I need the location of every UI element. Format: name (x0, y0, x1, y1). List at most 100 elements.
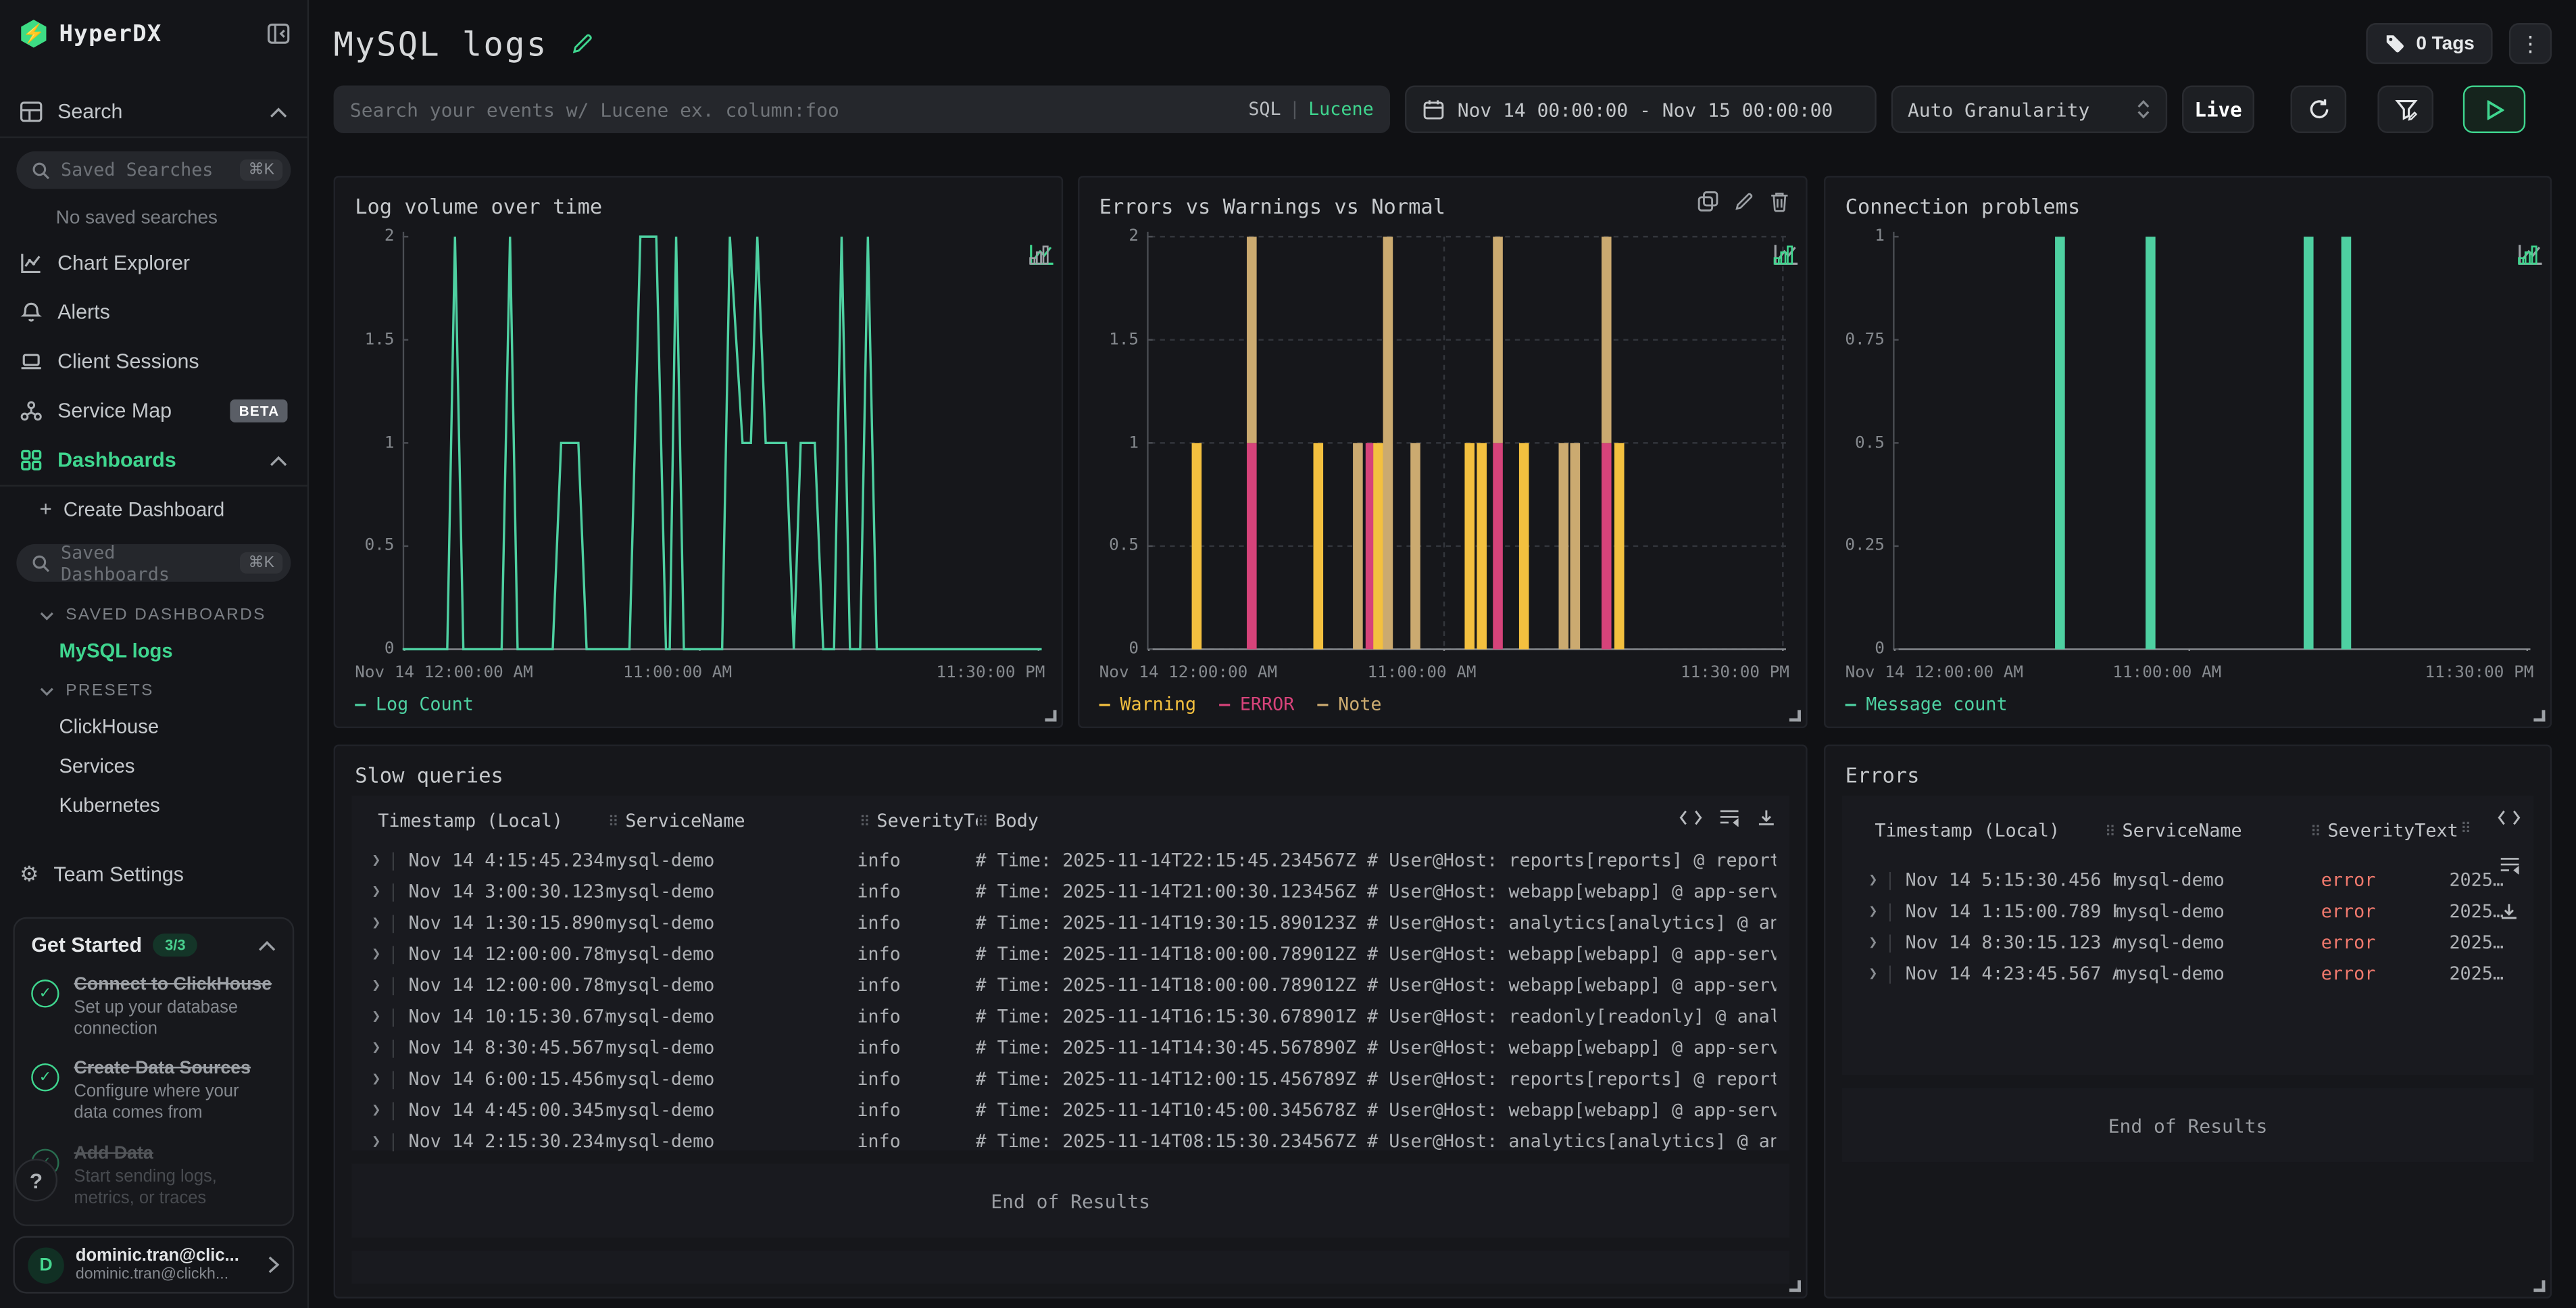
download-icon[interactable] (2499, 900, 2519, 930)
column-header-severitytext[interactable]: SeverityText (876, 810, 977, 831)
column-drag-handle[interactable]: ⠿ (2460, 822, 2471, 838)
expand-row-icon[interactable]: ❯ (365, 946, 388, 962)
resize-handle[interactable] (2533, 1280, 2545, 1292)
chevron-up-icon[interactable] (258, 940, 276, 951)
table-row[interactable]: ❯|Nov 14 12:00:00.789 PMmysql-demoinfo# … (365, 938, 1777, 969)
event-search-input[interactable]: Search your events w/ Lucene ex. column:… (334, 85, 1390, 133)
expand-row-icon[interactable]: ❯ (365, 1040, 388, 1056)
column-header-timestamp[interactable]: Timestamp (Local) (378, 810, 608, 831)
chart-connection-problems[interactable]: 10.750.50.250 (1842, 230, 2534, 650)
column-drag-handle[interactable]: ⠿ (860, 815, 870, 831)
table-row[interactable]: ❯|Nov 14 4:23:45.567 AMmysql-demoerror20… (1862, 959, 2521, 990)
bar-chart-toggle-icon[interactable] (2517, 243, 2539, 265)
legend-item[interactable]: —Log Count (355, 694, 474, 715)
saved-dashboards-input[interactable]: Saved Dashboards ⌘K (16, 544, 291, 582)
legend-item[interactable]: —Message count (1846, 694, 2008, 715)
table-row[interactable]: ❯|Nov 14 2:15:30.234 AMmysql-demoinfo# T… (365, 1126, 1777, 1157)
column-header-servicename[interactable]: ServiceName (625, 810, 745, 831)
expand-row-icon[interactable]: ❯ (1862, 903, 1885, 919)
column-header-timestamp[interactable]: Timestamp (Local) (1875, 819, 2104, 841)
table-row[interactable]: ❯|Nov 14 5:15:30.456 PMmysql-demoerror20… (1862, 865, 2521, 896)
expand-row-icon[interactable]: ❯ (1862, 872, 1885, 888)
sidebar-item-client-sessions[interactable]: Client Sessions (0, 337, 307, 386)
resize-handle[interactable] (1789, 1280, 1801, 1292)
table-row[interactable]: ❯|Nov 14 3:00:30.123 PMmysql-demoinfo# T… (365, 876, 1777, 907)
code-view-icon[interactable] (2498, 805, 2521, 835)
more-options-button[interactable]: ⋮ (2509, 23, 2552, 64)
sql-toggle[interactable]: SQL (1248, 99, 1281, 120)
resize-handle[interactable] (1789, 710, 1801, 721)
collapse-sidebar-icon[interactable] (266, 22, 291, 46)
date-range-picker[interactable]: Nov 14 00:00:00 - Nov 15 00:00:00 (1405, 85, 1877, 133)
saved-searches-input[interactable]: Saved Searches ⌘K (16, 151, 291, 189)
table-row[interactable]: ❯|Nov 14 8:30:15.123 AMmysql-demoerror20… (1862, 927, 2521, 958)
column-drag-handle[interactable]: ⠿ (2310, 824, 2321, 840)
table-row[interactable]: ❯|Nov 14 4:45:00.345 AMmysql-demoinfo# T… (365, 1094, 1777, 1125)
delete-chart-icon[interactable] (1770, 191, 1789, 212)
get-started-step[interactable]: ✓ Add Data Start sending logs, metrics, … (31, 1143, 276, 1209)
sidebar-item-alerts[interactable]: Alerts (0, 288, 307, 337)
expand-row-icon[interactable]: ❯ (365, 883, 388, 900)
filter-button[interactable] (2377, 85, 2433, 133)
legend-item[interactable]: —Note (1317, 694, 1381, 715)
code-view-icon[interactable] (1679, 808, 1702, 831)
chart-errors-warnings[interactable]: 21.510.50 (1096, 230, 1789, 650)
table-row[interactable]: ❯|Nov 14 8:30:45.567 AMmysql-demoinfo# T… (365, 1032, 1777, 1063)
sidebar-item-search[interactable]: Search (0, 87, 307, 137)
column-drag-handle[interactable]: ⠿ (608, 815, 619, 831)
column-drag-handle[interactable]: ⠿ (978, 815, 989, 831)
expand-row-icon[interactable]: ❯ (365, 915, 388, 931)
help-button[interactable]: ? (15, 1159, 57, 1201)
edit-chart-icon[interactable] (1733, 191, 1755, 212)
edit-title-icon[interactable] (571, 31, 595, 55)
saved-dashboards-section[interactable]: SAVED DASHBOARDS (0, 595, 307, 631)
sidebar-item-dashboards[interactable]: Dashboards (0, 435, 307, 485)
expand-row-icon[interactable]: ❯ (365, 977, 388, 994)
bar-chart-toggle-icon[interactable] (1773, 243, 1795, 265)
legend-item[interactable]: —ERROR (1219, 694, 1294, 715)
resize-handle[interactable] (2533, 710, 2545, 721)
refresh-button[interactable] (2291, 85, 2347, 133)
expand-row-icon[interactable]: ❯ (365, 1071, 388, 1087)
run-query-button[interactable] (2463, 85, 2525, 133)
sidebar-dashboard-mysql-logs[interactable]: MySQL logs (0, 631, 307, 671)
expand-row-icon[interactable]: ❯ (1862, 934, 1885, 950)
expand-row-icon[interactable]: ❯ (1862, 966, 1885, 982)
get-started-step[interactable]: ✓ Create Data Sources Configure where yo… (31, 1059, 276, 1125)
table-row[interactable]: ❯|Nov 14 4:15:45.234 PMmysql-demoinfo# T… (365, 845, 1777, 876)
presets-section[interactable]: PRESETS (0, 671, 307, 706)
chart-log-volume[interactable]: 21.510.50 (351, 230, 1045, 650)
get-started-step[interactable]: ✓ Connect to ClickHouse Set up your data… (31, 975, 276, 1041)
wrap-lines-icon[interactable] (1718, 808, 1740, 831)
table-row[interactable]: ❯|Nov 14 1:15:00.789 PMmysql-demoerror20… (1862, 896, 2521, 927)
wrap-lines-icon[interactable] (2498, 853, 2520, 883)
expand-row-icon[interactable]: ❯ (365, 852, 388, 869)
table-row[interactable]: ❯|Nov 14 6:00:15.456 AMmysql-demoinfo# T… (365, 1063, 1777, 1094)
expand-row-icon[interactable]: ❯ (365, 1134, 388, 1150)
sidebar-preset-kubernetes[interactable]: Kubernetes (0, 785, 307, 825)
expand-row-icon[interactable]: ❯ (365, 1009, 388, 1025)
create-dashboard-button[interactable]: + Create Dashboard (0, 487, 307, 531)
download-icon[interactable] (1756, 808, 1776, 832)
sidebar-item-service-map[interactable]: Service Map BETA (0, 386, 307, 435)
column-drag-handle[interactable]: ⠿ (2105, 824, 2116, 840)
lucene-toggle[interactable]: Lucene (1308, 99, 1374, 120)
resize-handle[interactable] (1045, 710, 1056, 721)
user-menu[interactable]: D dominic.tran@clic... dominic.tran@clic… (13, 1236, 294, 1293)
column-header-body[interactable]: Body (995, 810, 1039, 831)
granularity-select[interactable]: Auto Granularity (1891, 85, 2167, 133)
column-header-severitytext[interactable]: SeverityText (2327, 819, 2458, 841)
expand-row-icon[interactable]: ❯ (365, 1102, 388, 1118)
table-row[interactable]: ❯|Nov 14 10:15:30.678 AMmysql-demoinfo# … (365, 1001, 1777, 1032)
table-row[interactable]: ❯|Nov 14 12:00:00.789 PMmysql-demoinfo# … (365, 970, 1777, 1001)
sidebar-item-chart-explorer[interactable]: Chart Explorer (0, 239, 307, 288)
sidebar-preset-clickhouse[interactable]: ClickHouse (0, 707, 307, 746)
duplicate-icon[interactable] (1698, 191, 1719, 212)
tags-button[interactable]: 0 Tags (2367, 23, 2492, 64)
bar-chart-toggle-icon[interactable] (1029, 243, 1050, 265)
sidebar-preset-services[interactable]: Services (0, 746, 307, 785)
column-header-servicename[interactable]: ServiceName (2123, 819, 2242, 841)
table-row[interactable]: ❯|Nov 14 1:30:15.890 PMmysql-demoinfo# T… (365, 907, 1777, 938)
sidebar-item-team-settings[interactable]: ⚙ Team Settings (0, 848, 307, 901)
legend-item[interactable]: —Warning (1099, 694, 1196, 715)
